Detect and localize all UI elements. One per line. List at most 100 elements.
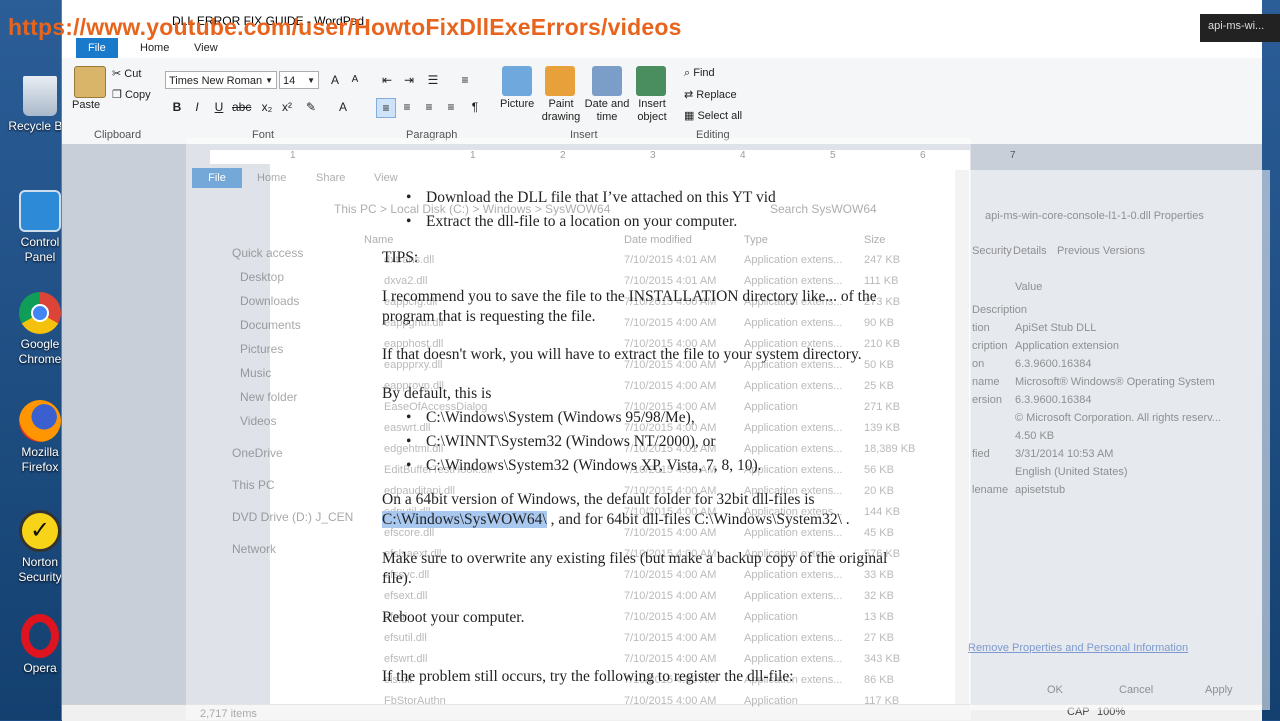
file-date: 7/10/2015 4:00 AM [624,590,717,602]
insert-object-button[interactable]: Insert object [632,98,672,124]
highlight-icon[interactable]: ✎ [302,98,320,116]
nav-item[interactable]: DVD Drive (D:) J_CEN [232,510,353,524]
align-center-icon[interactable]: ≡ [398,98,416,116]
tab-view[interactable]: View [182,38,230,58]
paste-icon[interactable] [74,66,106,98]
file-row[interactable]: FbStorAuthn 7/10/2015 4:00 AM Application 1… [384,695,944,715]
property-value: English (United States) [1015,466,1128,478]
select-all-button[interactable]: ▦ Select all [684,109,742,122]
picture-button[interactable]: Picture [500,98,534,110]
property-label: Description [972,304,1028,316]
bullet-item: C:\Windows\System32 (Windows XP, Vista, … [382,456,946,476]
shrink-font-icon[interactable]: A [346,71,364,89]
copy-button[interactable]: ❐ Copy [112,88,151,101]
select-all-icon: ▦ [684,110,695,122]
nav-item[interactable]: New folder [240,390,297,404]
firefox-icon [19,400,61,442]
file-date: 7/10/2015 4:00 AM [624,380,717,392]
bold-icon[interactable]: B [168,98,186,116]
replace-button[interactable]: ⇄ Replace [684,88,737,101]
property-value: 3/31/2014 10:53 AM [1015,448,1114,460]
calendar-icon[interactable] [592,66,622,96]
insert-object-icon[interactable] [636,66,666,96]
property-value: © Microsoft Corporation. All rights rese… [1015,412,1221,424]
date-time-button[interactable]: Date and time [584,98,630,124]
cut-button[interactable]: ✂ Cut [112,67,141,80]
picture-icon[interactable] [502,66,532,96]
nav-item[interactable]: Quick access [232,246,303,260]
paragraph: By default, this is [382,385,492,402]
bullet-item: Download the DLL file that I’ve attached… [382,188,946,208]
nav-item[interactable]: Desktop [240,270,284,284]
paint-drawing-button[interactable]: Paint drawing [540,98,582,124]
increase-indent-icon[interactable]: ⇥ [400,71,418,89]
column-type[interactable]: Type [744,234,768,246]
paragraph: If the problem still occurs, try the fol… [382,668,794,685]
decrease-indent-icon[interactable]: ⇤ [378,71,396,89]
file-size: 25 KB [864,380,894,392]
explorer-tab-share[interactable]: Share [316,172,345,184]
font-family-select[interactable]: Times New Roman ▼ [165,71,277,89]
bullets-icon[interactable]: ☰ [424,71,442,89]
property-label: cription [972,340,1008,352]
nav-item[interactable]: Downloads [240,294,299,308]
superscript-icon[interactable]: x² [278,98,296,116]
file-date: 7/10/2015 4:00 AM [624,653,717,665]
cancel-button[interactable]: Cancel [1119,684,1153,696]
file-row[interactable]: efsutil.dll 7/10/2015 4:00 AM Application … [384,632,944,652]
bullet-item: Extract the dll-file to a location on yo… [382,212,946,232]
align-left-icon[interactable]: ≡ [376,98,396,118]
explorer-tab-home[interactable]: Home [257,172,286,184]
properties-tab-security[interactable]: Security [972,245,1012,257]
document-scrollbar[interactable] [955,170,969,704]
tab-home[interactable]: Home [128,38,181,58]
nav-item[interactable]: Pictures [240,342,283,356]
grow-font-icon[interactable]: A [326,71,344,89]
nav-item[interactable]: Documents [240,318,301,332]
font-size-select[interactable]: 14 ▼ [279,71,319,89]
align-right-icon[interactable]: ≡ [420,98,438,116]
ok-button[interactable]: OK [1047,684,1063,696]
property-label: fied [972,448,990,460]
nav-item[interactable]: OneDrive [232,446,283,460]
properties-link[interactable]: Remove Properties and Personal Informati… [968,642,1188,654]
underline-icon[interactable]: U [210,98,228,116]
subscript-icon[interactable]: x₂ [258,98,276,116]
find-button[interactable]: ⌕ Find [684,67,715,80]
file-size: 343 KB [864,653,901,665]
justify-icon[interactable]: ≡ [442,98,460,116]
property-value: 6.3.9600.16384 [1015,394,1092,406]
file-date: 7/10/2015 4:00 AM [624,632,717,644]
strikethrough-icon[interactable]: abc [232,98,251,116]
paste-button[interactable]: Paste [72,99,100,111]
explorer-tab-file[interactable]: File [192,168,242,188]
paragraph-icon[interactable]: ¶ [466,98,484,116]
properties-tab-details[interactable]: Details [1013,245,1047,257]
column-date[interactable]: Date modified [624,234,692,246]
column-name[interactable]: Name [364,234,393,246]
tab-file[interactable]: File [76,38,118,58]
italic-icon[interactable]: I [188,98,206,116]
column-size[interactable]: Size [864,234,885,246]
replace-icon: ⇄ [684,89,694,101]
replace-label: Replace [696,89,737,101]
properties-tab-previous[interactable]: Previous Versions [1057,245,1145,257]
paint-drawing-icon[interactable] [545,66,575,96]
taskbar-item[interactable]: api-ms-wi... [1200,14,1280,42]
explorer-tab-view[interactable]: View [374,172,398,184]
nav-item[interactable]: This PC [232,478,275,492]
file-row[interactable]: efscore.dll 7/10/2015 4:00 AM Application … [384,527,944,547]
bullet-item: C:\Windows\System (Windows 95/98/Me), [382,408,946,428]
nav-item[interactable]: Videos [240,414,276,428]
property-label: on [972,358,985,370]
file-row[interactable]: efsext.dll 7/10/2015 4:00 AM Application e… [384,590,944,610]
line-spacing-icon[interactable]: ≡ [456,71,474,89]
nav-item[interactable]: Music [240,366,271,380]
font-color-icon[interactable]: A [334,98,352,116]
apply-button[interactable]: Apply [1205,684,1233,696]
overlay-url: https://www.youtube.com/user/HowtoFixDll… [8,14,682,40]
paragraph: Make sure to overwrite any existing file… [382,550,888,587]
file-row[interactable]: dxtrans.dll 7/10/2015 4:01 AM Application … [384,254,944,274]
file-name: efsext.dll [384,590,428,602]
nav-item[interactable]: Network [232,542,276,556]
